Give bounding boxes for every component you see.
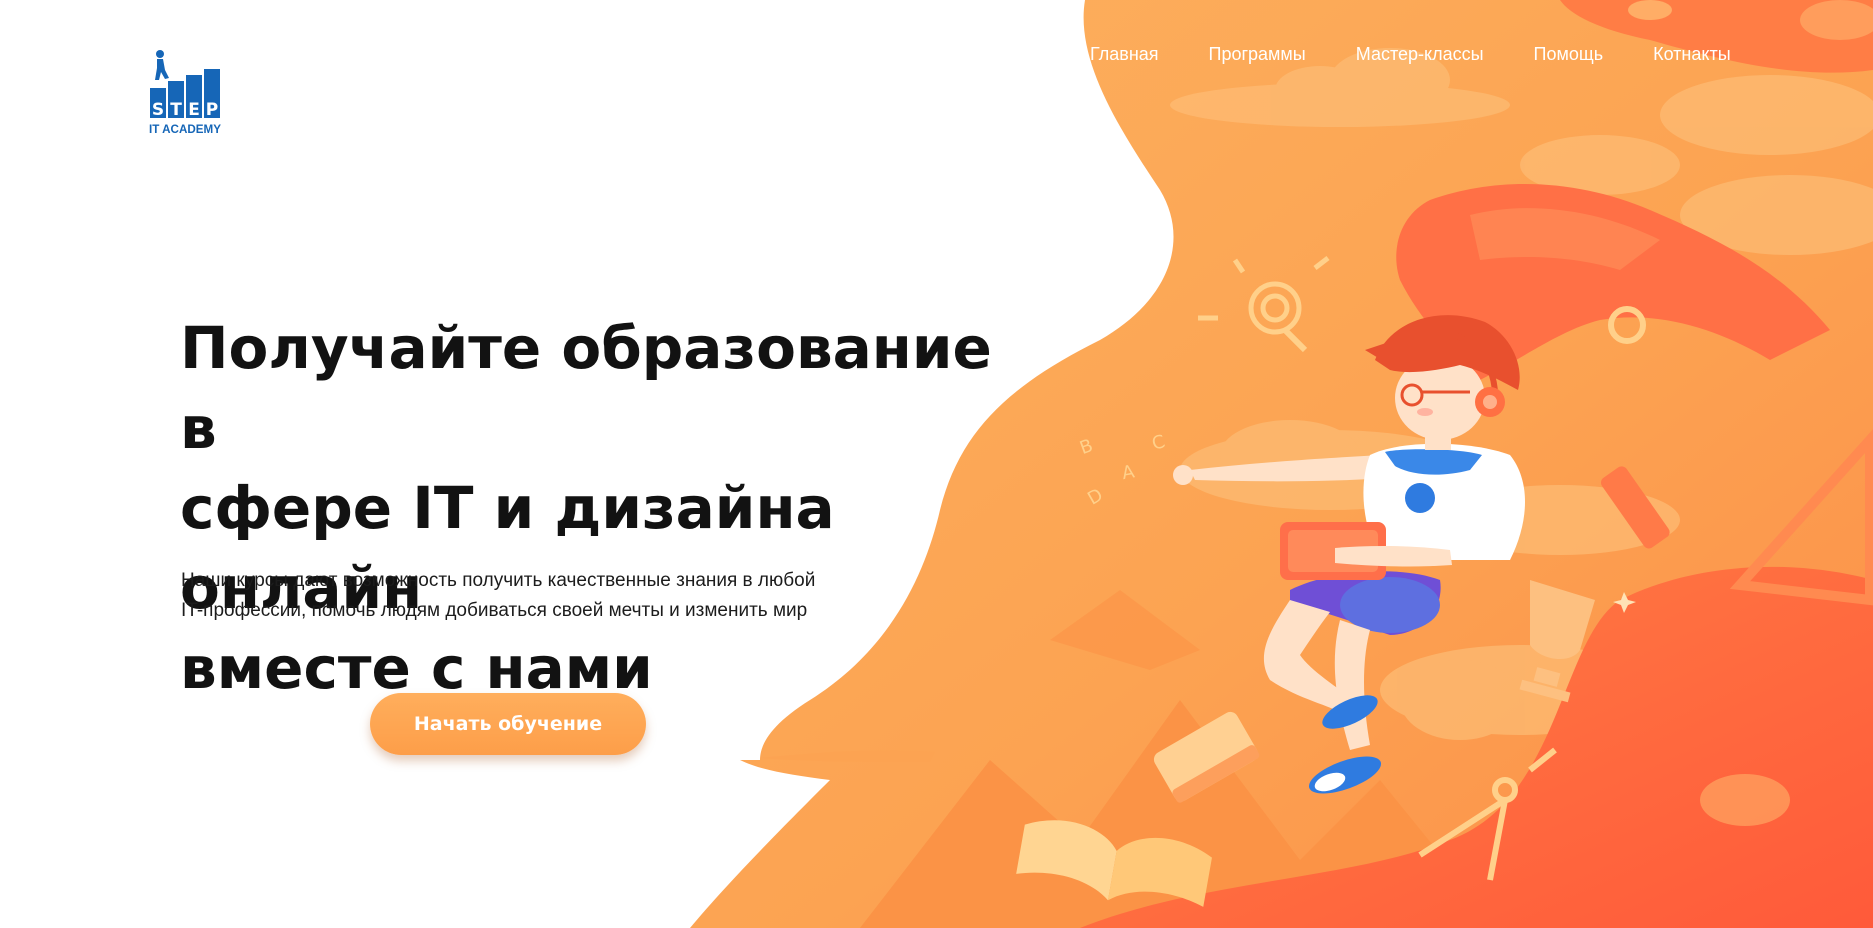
step-it-academy-logo[interactable]: S T E P IT ACADEMY (148, 48, 224, 138)
start-learning-button[interactable]: Начать обучение (370, 693, 646, 755)
logo-letter-p: P (206, 100, 218, 120)
nav-item-master-classes[interactable]: Мастер-классы (1356, 44, 1484, 65)
hero-description: Наши курсы дают возможность получить кач… (181, 566, 901, 626)
hero-headline: Получайте образование в сфере IT и дизай… (180, 308, 1020, 708)
hero-headline-line-1: Получайте образование в (180, 314, 992, 462)
nav-item-programs[interactable]: Программы (1209, 44, 1306, 65)
logo-letter-s: S (152, 100, 164, 120)
hero-headline-line-3: вместе с нами (180, 634, 653, 702)
logo-letter-e: E (188, 100, 200, 120)
nav-item-home[interactable]: Главная (1090, 44, 1159, 65)
hero-description-line-2: IT-профессии, помочь людям добиваться св… (181, 600, 808, 621)
climbing-man-icon (155, 50, 169, 80)
nav-item-contacts[interactable]: Котнакты (1653, 44, 1731, 65)
nav-item-help[interactable]: Помощь (1534, 44, 1604, 65)
hero-description-line-1: Наши курсы дают возможность получить кач… (181, 570, 816, 591)
main-nav: Главная Программы Мастер-классы Помощь К… (1090, 44, 1781, 65)
hill-spot (1700, 774, 1790, 826)
landing-page: B C A D S T E P IT ACADEMY Главная Прогр… (0, 0, 1873, 928)
logo-subtitle: IT ACADEMY (149, 122, 221, 136)
logo-letter-t: T (170, 100, 182, 120)
